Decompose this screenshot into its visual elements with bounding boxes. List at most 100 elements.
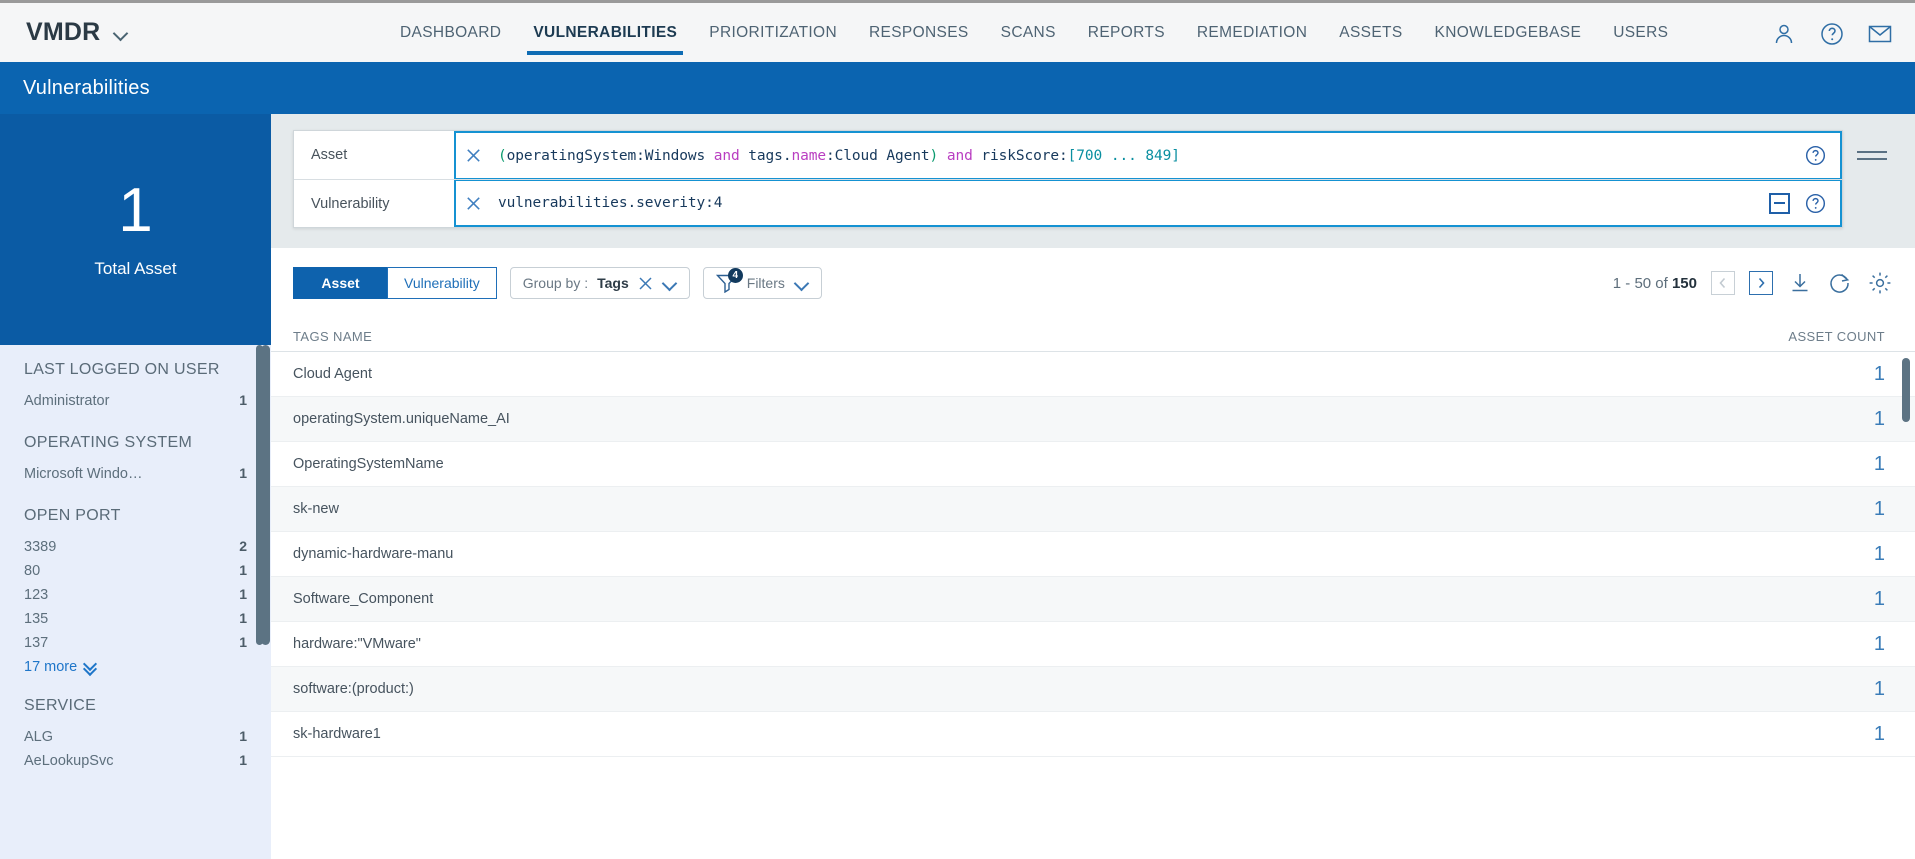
nav-item-remediation[interactable]: REMEDIATION [1181,2,1323,64]
help-icon[interactable] [1819,21,1845,47]
facet-group: LAST LOGGED ON USER Administrator 1 [0,361,271,412]
table-row[interactable]: sk-hardware1 1 [271,712,1915,757]
clear-group-by-icon[interactable] [638,276,653,291]
query-panel: Asset (operatingSystem:Windows and tags.n… [271,114,1915,248]
pagination-total: 150 [1671,274,1697,292]
view-mode-segmented: Asset Vulnerability [293,267,497,299]
nav-item-scans[interactable]: SCANS [985,2,1072,64]
asset-count-cell[interactable]: 1 [1874,723,1885,746]
asset-count-cell[interactable]: 1 [1874,633,1885,656]
table-scrollbar[interactable] [1902,358,1910,422]
tag-name-cell: hardware:"VMware" [293,636,421,652]
filter-icon: 4 [715,268,743,294]
asset-count-cell[interactable]: 1 [1874,678,1885,701]
facet-show-more-label: 17 more [24,659,78,675]
page-body: 1 Total Asset LAST LOGGED ON USER Adminis… [0,114,1915,859]
column-header-tags-name: TAGS NAME [293,329,373,344]
facet-title: SERVICE [24,697,97,714]
help-icon[interactable] [1800,142,1830,170]
facet-group: SERVICE ALG 1 AeLookupSvc 1 [0,697,271,772]
settings-icon[interactable] [1867,270,1893,296]
facet-row[interactable]: ALG 1 [24,724,247,748]
table-row[interactable]: operatingSystem.uniqueName_AI 1 [271,397,1915,442]
facet-row[interactable]: Microsoft Windo… 1 [24,461,247,485]
query-text: vulnerabilities.severity:4 [498,195,723,211]
facet-label: ALG [24,728,54,745]
clear-icon[interactable] [456,133,490,178]
double-chevron-down-icon [84,661,97,674]
facet-title: OPEN PORT [24,507,121,524]
chevron-down-icon[interactable] [662,278,677,288]
main-menu: DASHBOARD VULNERABILITIES PRIORITIZATION RE… [384,2,1684,64]
sidebar-scrollbar[interactable] [261,345,270,645]
table-row[interactable]: hardware:"VMware" 1 [271,622,1915,667]
table-row[interactable]: Software_Component 1 [271,577,1915,622]
query-input-vulnerability[interactable]: vulnerabilities.severity:4 [454,180,1842,227]
nav-item-vulnerabilities[interactable]: VULNERABILITIES [517,2,693,64]
asset-count-cell[interactable]: 1 [1874,453,1885,476]
facet-label: 123 [24,586,49,603]
query-box: Asset (operatingSystem:Windows and tags.n… [293,130,1843,228]
tag-name-cell: Software_Component [293,591,434,607]
tab-vulnerability[interactable]: Vulnerability [387,267,497,299]
table-header-row: TAGS NAME ASSET COUNT [271,318,1915,352]
facet-row[interactable]: 123 1 [24,582,247,606]
user-icon[interactable] [1771,21,1797,47]
nav-item-dashboard[interactable]: DASHBOARD [384,2,517,64]
clear-icon[interactable] [456,181,490,225]
nav-item-knowledgebase[interactable]: KNOWLEDGEBASE [1419,2,1598,64]
asset-count-cell[interactable]: 1 [1874,498,1885,521]
facet-row[interactable]: 137 1 [24,630,247,654]
facet-row[interactable]: Administrator 1 [24,388,247,412]
facet-row[interactable]: 80 1 [24,558,247,582]
nav-item-prioritization[interactable]: PRIORITIZATION [693,2,853,64]
table-row[interactable]: software:(product:) 1 [271,667,1915,712]
query-text: (operatingSystem:Windows and tags.name:C… [498,147,1180,164]
facet-label: 137 [24,634,49,651]
nav-item-responses[interactable]: RESPONSES [853,2,985,64]
tag-name-cell: operatingSystem.uniqueName_AI [293,411,510,427]
hamburger-icon[interactable] [1857,130,1893,176]
prev-page-button[interactable] [1711,271,1735,295]
facet-row[interactable]: AeLookupSvc 1 [24,748,247,772]
query-input-asset[interactable]: (operatingSystem:Windows and tags.name:C… [454,131,1842,179]
tag-name-cell: sk-hardware1 [293,726,381,742]
filters-control[interactable]: 4 Filters [702,267,822,299]
facet-count: 1 [239,633,247,650]
table-row[interactable]: dynamic-hardware-manu 1 [271,532,1915,577]
nav-item-reports[interactable]: REPORTS [1072,2,1181,64]
table-row[interactable]: OperatingSystemName 1 [271,442,1915,487]
facet-label: Administrator [24,392,110,409]
facet-group: OPEN PORT 3389 2 80 1 123 1 135 1 137 1 17 more [0,507,271,675]
asset-count-cell[interactable]: 1 [1874,543,1885,566]
filters-count-badge: 4 [727,268,743,283]
facet-show-more[interactable]: 17 more [24,654,247,675]
table-body: Cloud Agent 1 operatingSystem.uniqueName_A… [271,352,1915,757]
chevron-down-icon[interactable] [114,28,128,37]
nav-item-assets[interactable]: ASSETS [1323,2,1418,64]
group-by-label: Group by : [522,275,589,291]
page-title-bar: Vulnerabilities [0,62,1915,114]
table-row[interactable]: Cloud Agent 1 [271,352,1915,397]
column-header-asset-count: ASSET COUNT [1788,329,1885,344]
help-icon[interactable] [1800,189,1830,217]
query-row-label: Vulnerability [311,195,390,212]
facet-count: 1 [239,464,247,481]
refresh-icon[interactable] [1827,270,1853,296]
download-icon[interactable] [1787,270,1813,296]
tab-asset[interactable]: Asset [293,267,387,299]
mail-icon[interactable] [1867,21,1893,47]
brand-selector[interactable]: VMDR [26,18,326,47]
facet-count: 1 [239,727,247,744]
nav-item-users[interactable]: USERS [1597,2,1684,64]
next-page-button[interactable] [1749,271,1773,295]
asset-count-cell[interactable]: 1 [1874,363,1885,386]
facet-row[interactable]: 135 1 [24,606,247,630]
minimize-icon[interactable] [1764,189,1794,217]
facet-row[interactable]: 3389 2 [24,534,247,558]
group-by-control[interactable]: Group by : Tags [509,267,690,299]
chevron-down-icon[interactable] [794,278,809,288]
asset-count-cell[interactable]: 1 [1874,408,1885,431]
asset-count-cell[interactable]: 1 [1874,588,1885,611]
table-row[interactable]: sk-new 1 [271,487,1915,532]
